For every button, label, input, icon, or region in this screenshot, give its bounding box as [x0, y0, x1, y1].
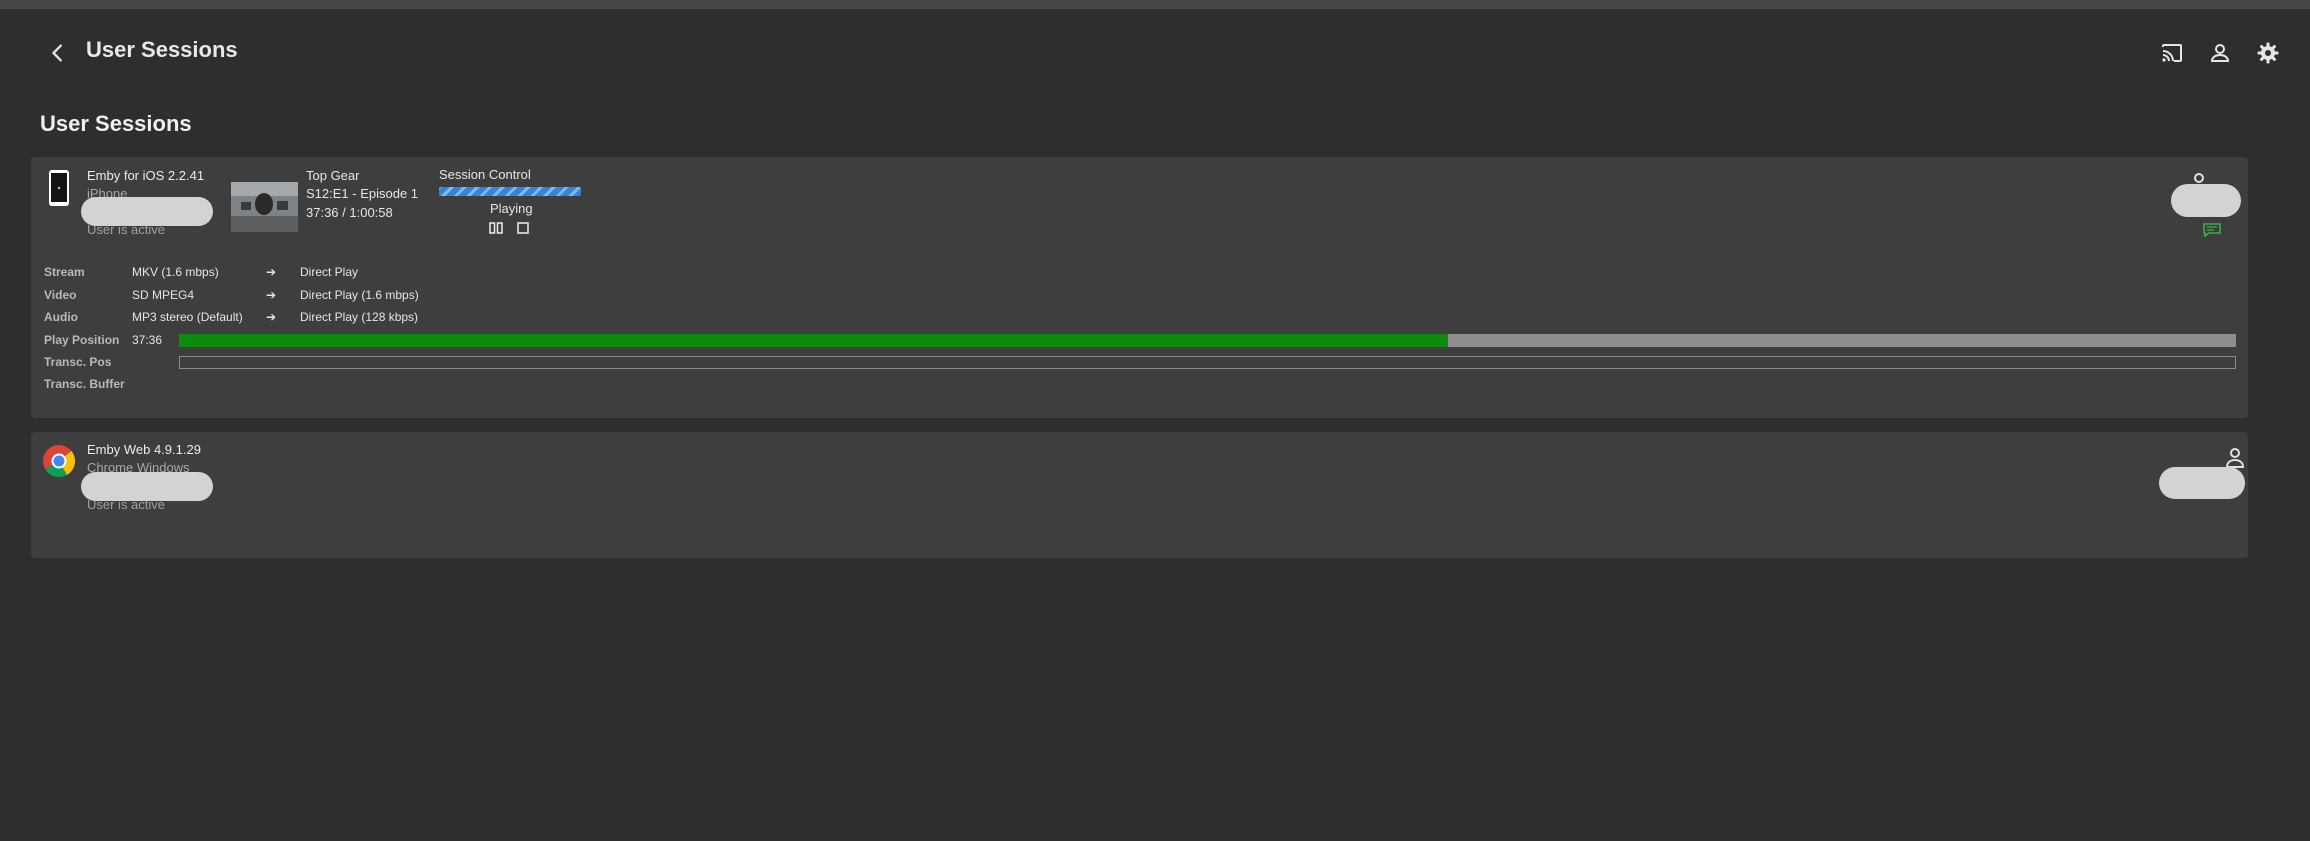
video-dest: Direct Play (1.6 mbps)	[300, 288, 419, 302]
window-top-strip	[0, 0, 2310, 9]
session-user-icon	[2225, 448, 2245, 468]
user-button[interactable]	[2202, 35, 2238, 71]
message-icon[interactable]	[2203, 223, 2221, 237]
stream-dest: Direct Play	[300, 265, 359, 279]
cast-button[interactable]	[2154, 35, 2190, 71]
app-header: User Sessions	[0, 9, 2310, 89]
video-value: SD MPEG4	[132, 288, 195, 302]
client-name: Emby Web 4.9.1.29	[87, 442, 201, 457]
video-label: Video	[44, 288, 77, 302]
page-title: User Sessions	[40, 111, 192, 136]
stop-button[interactable]	[516, 221, 530, 235]
play-position-bar[interactable]	[179, 334, 2236, 347]
now-playing-episode: S12:E1 - Episode 1	[306, 186, 419, 201]
play-position-value: 37:36	[132, 333, 163, 347]
audio-label: Audio	[44, 310, 78, 324]
session-card[interactable]: Emby Web 4.9.1.29 Chrome Windows User is…	[31, 432, 2248, 558]
phone-icon	[49, 170, 69, 206]
back-arrow-icon	[52, 44, 62, 62]
playback-status: Playing	[490, 201, 533, 216]
stop-icon	[517, 222, 529, 234]
client-name: Emby for iOS 2.2.41	[87, 168, 205, 183]
back-button[interactable]	[40, 35, 76, 71]
transc-pos-bar	[179, 356, 2236, 369]
now-playing-time: 37:36 / 1:00:58	[306, 205, 393, 220]
transc-pos-label: Transc. Pos	[44, 355, 112, 369]
stream-label: Stream	[44, 265, 85, 279]
play-position-label: Play Position	[44, 333, 120, 347]
settings-button[interactable]	[2250, 35, 2286, 71]
transc-buffer-label: Transc. Buffer	[44, 377, 125, 391]
redacted-user-avatar	[2171, 184, 2241, 217]
session-control-label: Session Control	[439, 167, 531, 182]
video-arrow: ➔	[266, 288, 277, 302]
pause-icon	[489, 222, 503, 234]
gear-icon	[2257, 42, 2279, 64]
stream-value: MKV (1.6 mbps)	[132, 265, 219, 279]
audio-arrow: ➔	[266, 310, 277, 324]
user-icon	[2210, 44, 2230, 62]
redacted-user-avatar	[2159, 467, 2245, 499]
stream-arrow: ➔	[266, 265, 277, 279]
pause-button[interactable]	[489, 221, 503, 235]
redacted-username	[81, 472, 213, 501]
header-title: User Sessions	[86, 37, 238, 62]
play-position-fill	[179, 334, 1449, 347]
now-playing-thumbnail[interactable]	[231, 182, 298, 232]
audio-value: MP3 stereo (Default)	[132, 310, 243, 324]
cast-icon	[2162, 44, 2182, 62]
now-playing-title: Top Gear	[306, 168, 360, 183]
session-card[interactable]: Emby for iOS 2.2.41 iPhone User is activ…	[31, 157, 2248, 418]
redacted-username	[81, 197, 213, 226]
session-control-bar	[439, 187, 581, 196]
thumbnail-image	[231, 182, 298, 232]
chrome-icon	[43, 445, 76, 478]
audio-dest: Direct Play (128 kbps)	[300, 310, 419, 324]
